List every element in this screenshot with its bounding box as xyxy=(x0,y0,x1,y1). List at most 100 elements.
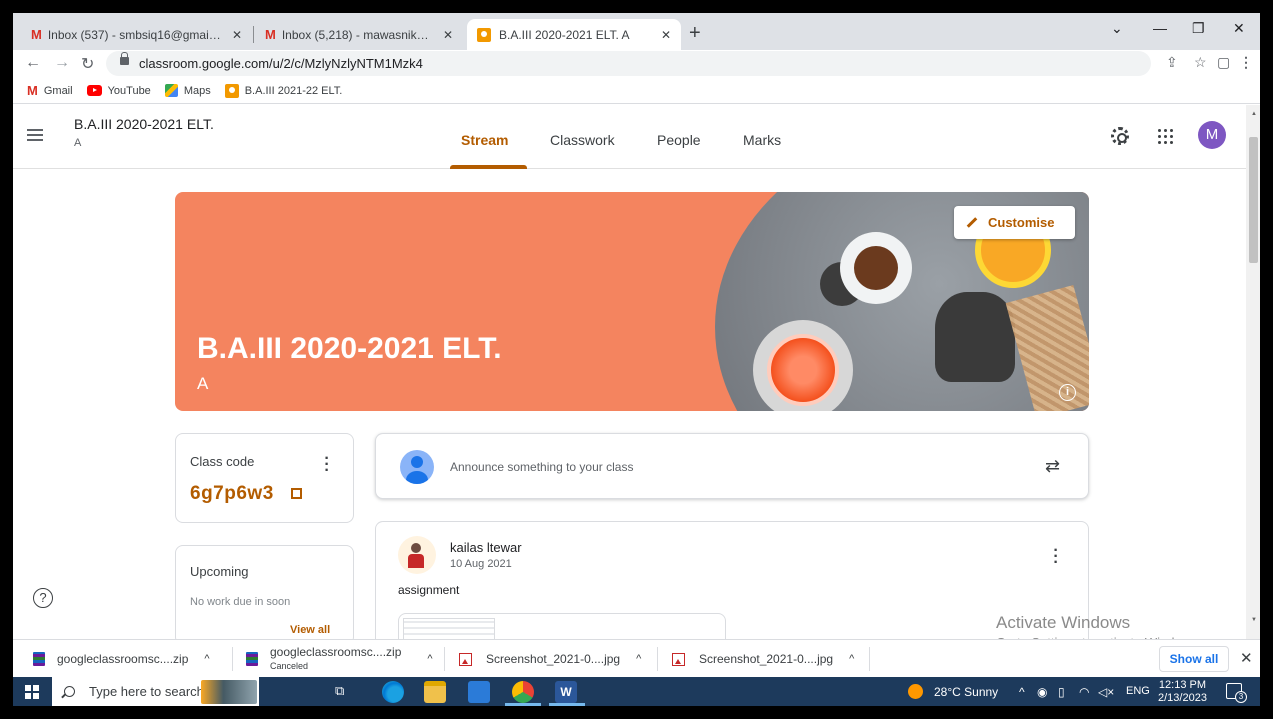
more-options-icon[interactable]: · · · xyxy=(324,451,330,479)
close-tab-icon[interactable]: ✕ xyxy=(661,28,671,42)
share-icon[interactable]: ⇪ xyxy=(1166,54,1178,71)
bookmark-youtube[interactable]: YouTube xyxy=(86,85,151,97)
windows-start-icon[interactable] xyxy=(25,685,39,699)
class-name[interactable]: B.A.III 2020-2021 ELT. xyxy=(74,116,214,132)
banner-grapefruit-art xyxy=(767,334,839,406)
chevron-up-icon[interactable]: ^ xyxy=(849,653,854,665)
close-tab-icon[interactable]: ✕ xyxy=(232,28,242,42)
settings-gear-icon[interactable] xyxy=(1111,127,1129,145)
announce-placeholder[interactable]: Announce something to your class xyxy=(450,460,633,474)
download-filename: googleclassroomsc....zip xyxy=(57,652,189,666)
upcoming-card: Upcoming No work due in soon View all xyxy=(175,545,354,645)
volume-icon[interactable]: ◁× xyxy=(1098,685,1114,699)
tab-classwork[interactable]: Classwork xyxy=(550,132,615,148)
show-all-button[interactable]: Show all xyxy=(1159,646,1229,672)
post-more-options-icon[interactable]: · · · xyxy=(1053,543,1059,571)
download-item[interactable]: googleclassroomsc....zip ^ xyxy=(33,640,210,678)
search-highlight-art[interactable] xyxy=(201,680,257,704)
announce-box[interactable]: Announce something to your class ⇄ xyxy=(375,433,1089,499)
url-text[interactable]: classroom.google.com/u/2/c/MzlyNzlyNTM1M… xyxy=(139,56,423,71)
file-explorer-icon[interactable] xyxy=(424,681,446,703)
gmail-icon: M xyxy=(265,27,276,42)
new-tab-button[interactable]: + xyxy=(689,22,701,45)
side-panel-icon[interactable]: ▢ xyxy=(1217,54,1230,71)
help-icon[interactable]: ? xyxy=(33,588,53,608)
location-icon[interactable]: ◉ xyxy=(1037,685,1047,699)
taskbar-clock[interactable]: 12:13 PM 2/13/2023 xyxy=(1158,679,1207,705)
window-close-icon[interactable]: ✕ xyxy=(1233,20,1245,37)
main-menu-icon[interactable] xyxy=(27,129,43,141)
close-shelf-icon[interactable]: ✕ xyxy=(1240,649,1253,667)
download-item[interactable]: googleclassroomsc....zip Canceled ^ xyxy=(246,640,433,678)
task-view-icon[interactable]: ⧉ xyxy=(335,683,344,699)
account-avatar[interactable]: M xyxy=(1198,121,1226,149)
chrome-menu-icon[interactable]: ⋮ xyxy=(1239,54,1253,71)
restore-icon[interactable]: ❐ xyxy=(1192,20,1205,37)
tab-search-icon[interactable]: ⌄ xyxy=(1111,20,1123,37)
bookmark-classroom[interactable]: B.A.III 2021-22 ELT. xyxy=(224,83,342,98)
view-all-link[interactable]: View all xyxy=(290,624,330,636)
back-icon[interactable]: ← xyxy=(25,54,41,72)
class-code-card: Class code · · · 6g7p6w3 xyxy=(175,433,354,523)
chevron-up-icon[interactable]: ^ xyxy=(204,653,209,665)
upcoming-title: Upcoming xyxy=(190,564,249,579)
chrome-icon[interactable] xyxy=(512,681,534,703)
customise-button[interactable]: Customise xyxy=(954,206,1075,239)
scroll-up-arrow-icon[interactable]: ▲ xyxy=(1251,111,1257,117)
post-date: 10 Aug 2021 xyxy=(450,558,512,570)
tab-people[interactable]: People xyxy=(657,132,701,148)
shelf-divider xyxy=(232,647,233,671)
class-code-label: Class code xyxy=(190,454,255,469)
weather-text[interactable]: 28°C Sunny xyxy=(934,685,998,699)
tab-marks[interactable]: Marks xyxy=(743,132,781,148)
close-tab-icon[interactable]: ✕ xyxy=(443,28,453,42)
bookmark-maps[interactable]: Maps xyxy=(164,84,211,97)
tab-stream[interactable]: Stream xyxy=(461,132,508,148)
scroll-down-arrow-icon[interactable]: ▼ xyxy=(1251,617,1257,623)
download-shelf: googleclassroomsc....zip ^ googleclassro… xyxy=(13,639,1260,677)
repost-icon[interactable]: ⇄ xyxy=(1045,456,1060,477)
browser-tab-gmail-2[interactable]: M Inbox (5,218) - mawasnik@gmail ✕ xyxy=(255,19,463,50)
scrollbar-thumb[interactable] xyxy=(1249,137,1258,263)
image-file-icon xyxy=(672,652,685,666)
address-bar: ← → ↻ classroom.google.com/u/2/c/MzlyNzl… xyxy=(13,50,1260,78)
input-language[interactable]: ENG xyxy=(1126,685,1150,697)
youtube-icon xyxy=(86,85,102,96)
store-icon[interactable] xyxy=(468,681,490,703)
shelf-divider xyxy=(869,647,870,671)
chevron-up-icon[interactable]: ^ xyxy=(636,653,641,665)
system-tray-chevron-icon[interactable]: ^ xyxy=(1019,685,1025,699)
battery-icon[interactable]: ▯ xyxy=(1058,685,1065,699)
download-item[interactable]: Screenshot_2021-0....jpg ^ xyxy=(672,640,854,678)
reload-icon[interactable]: ↻ xyxy=(81,54,94,74)
minimize-icon[interactable]: — xyxy=(1153,20,1167,36)
tab-title: Inbox (5,218) - mawasnik@gmail xyxy=(281,27,433,42)
wifi-icon[interactable]: ◠ xyxy=(1079,685,1089,699)
fullscreen-code-icon[interactable] xyxy=(291,488,302,499)
word-icon[interactable]: W xyxy=(555,681,577,703)
chevron-up-icon[interactable]: ^ xyxy=(427,653,432,665)
forward-icon[interactable]: → xyxy=(54,54,70,72)
download-item[interactable]: Screenshot_2021-0....jpg ^ xyxy=(459,640,641,678)
banner-section: A xyxy=(197,374,209,393)
archive-icon xyxy=(33,652,45,666)
browser-tab-gmail-1[interactable]: M Inbox (537) - smbsiq16@gmail.co ✕ xyxy=(21,19,252,50)
edge-icon[interactable] xyxy=(382,681,404,703)
bookmark-star-icon[interactable]: ☆ xyxy=(1194,54,1207,71)
active-tab-indicator xyxy=(450,165,527,169)
activate-windows-watermark: Activate Windows xyxy=(996,613,1131,632)
info-icon[interactable]: i xyxy=(1059,384,1076,401)
download-info: googleclassroomsc....zip Canceled xyxy=(270,645,401,673)
google-apps-icon[interactable] xyxy=(1158,129,1173,144)
image-file-icon xyxy=(459,652,472,666)
browser-tab-classroom[interactable]: B.A.III 2020-2021 ELT. A ✕ xyxy=(467,19,681,50)
download-filename: Screenshot_2021-0....jpg xyxy=(486,652,621,666)
download-filename: googleclassroomsc....zip xyxy=(270,645,402,659)
search-icon xyxy=(64,686,75,697)
lock-icon xyxy=(120,52,129,65)
bookmark-gmail[interactable]: M Gmail xyxy=(27,83,73,98)
weather-sun-icon[interactable] xyxy=(908,684,923,699)
notification-count-badge: 3 xyxy=(1235,691,1247,703)
omnibox[interactable]: classroom.google.com/u/2/c/MzlyNzlyNTM1M… xyxy=(106,51,1151,76)
gmail-icon: M xyxy=(31,27,42,42)
